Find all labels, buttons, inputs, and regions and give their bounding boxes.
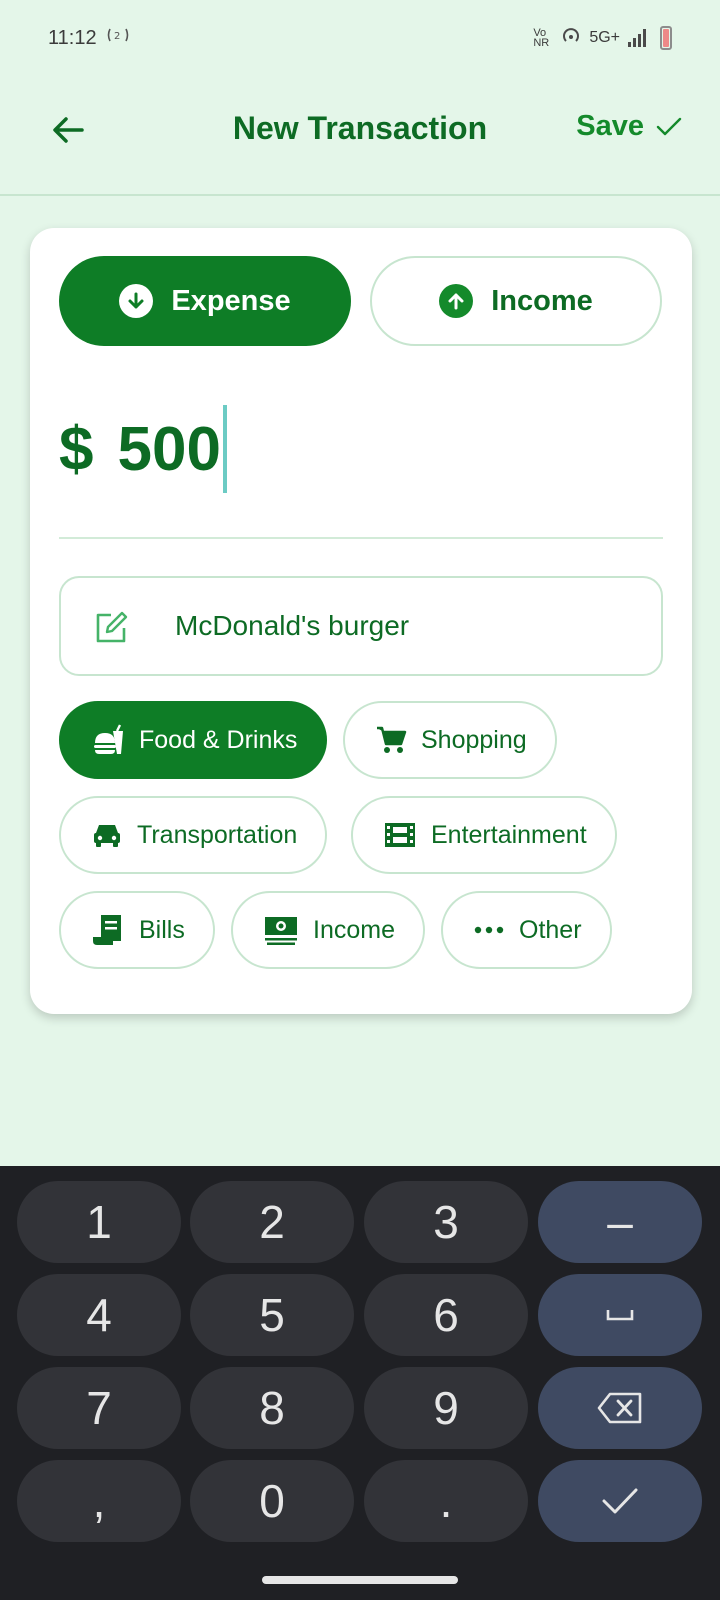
- chip-label: Other: [519, 915, 582, 944]
- key-4[interactable]: 4: [17, 1274, 181, 1356]
- note-text: McDonald's burger: [175, 610, 410, 641]
- payments-icon: [265, 917, 297, 945]
- shopping-cart-icon: [377, 726, 407, 753]
- chip-label: Bills: [139, 915, 185, 944]
- expense-label: Expense: [171, 284, 291, 317]
- key-3[interactable]: 3: [364, 1181, 528, 1263]
- check-icon: [602, 1488, 638, 1514]
- receipt-icon: [93, 915, 121, 945]
- vonr-label: Vo NR: [533, 27, 550, 49]
- key-7[interactable]: 7: [17, 1367, 181, 1449]
- category-chip-shopping[interactable]: Shopping: [343, 701, 557, 779]
- wifi-calling-icon: 2: [107, 26, 129, 50]
- key-period[interactable]: .: [364, 1460, 528, 1542]
- key-5[interactable]: 5: [190, 1274, 354, 1356]
- chip-label: Shopping: [421, 725, 527, 754]
- key-0[interactable]: 0: [190, 1460, 354, 1542]
- car-icon: [94, 825, 120, 847]
- category-chip-transportation[interactable]: Transportation: [59, 796, 328, 874]
- category-chip-other[interactable]: Other: [441, 891, 612, 969]
- key-minus[interactable]: –: [538, 1181, 702, 1263]
- edit-note-icon: [93, 610, 129, 651]
- key-9[interactable]: 9: [364, 1367, 528, 1449]
- transaction-card: Expense Income $ 500 McDonald's burger F…: [30, 228, 692, 1014]
- chip-label: Income: [313, 915, 395, 944]
- chip-label: Transportation: [137, 820, 298, 849]
- network-type: 5G+: [589, 29, 620, 46]
- movie-film-icon: [385, 823, 415, 847]
- key-backspace[interactable]: [538, 1367, 702, 1449]
- key-8[interactable]: 8: [190, 1367, 354, 1449]
- key-comma[interactable]: ,: [17, 1460, 181, 1542]
- income-toggle[interactable]: Income: [370, 256, 662, 346]
- hotspot-icon: [561, 26, 581, 51]
- svg-text:2: 2: [114, 31, 120, 42]
- app-bar: New Transaction Save: [0, 76, 720, 196]
- amount-input[interactable]: $ 500: [59, 404, 227, 494]
- backspace-icon: [597, 1392, 642, 1424]
- category-chip-entertainment[interactable]: Entertainment: [351, 796, 617, 874]
- key-1[interactable]: 1: [17, 1181, 181, 1263]
- space-icon: [606, 1310, 634, 1321]
- save-label: Save: [576, 110, 644, 142]
- chip-label: Entertainment: [431, 820, 587, 849]
- category-chip-food-drinks[interactable]: Food & Drinks: [59, 701, 328, 779]
- signal-icon: [628, 29, 646, 47]
- text-cursor: [222, 405, 227, 493]
- home-indicator[interactable]: [262, 1576, 458, 1584]
- chip-label: Food & Drinks: [139, 725, 298, 754]
- battery-icon: [660, 26, 672, 50]
- expense-toggle[interactable]: Expense: [59, 256, 351, 346]
- status-time: 11:12: [48, 26, 97, 49]
- category-chip-income[interactable]: Income: [231, 891, 425, 969]
- more-horizontal-icon: [474, 926, 504, 934]
- income-label: Income: [491, 284, 593, 317]
- key-6[interactable]: 6: [364, 1274, 528, 1356]
- note-field[interactable]: McDonald's burger: [59, 576, 663, 676]
- status-bar: 11:12 2 Vo NR 5G+: [0, 0, 720, 76]
- fastfood-icon: [94, 724, 123, 754]
- currency-symbol: $: [59, 414, 94, 484]
- key-done[interactable]: [538, 1460, 702, 1542]
- check-icon: [656, 117, 682, 135]
- save-button[interactable]: Save: [576, 110, 682, 143]
- amount-value: 500: [117, 414, 221, 484]
- key-space[interactable]: [538, 1274, 702, 1356]
- arrow-up-circle-icon: [439, 284, 474, 318]
- arrow-down-circle-icon: [119, 284, 154, 318]
- amount-divider: [59, 537, 663, 539]
- category-chip-bills[interactable]: Bills: [59, 891, 215, 969]
- key-2[interactable]: 2: [190, 1181, 354, 1263]
